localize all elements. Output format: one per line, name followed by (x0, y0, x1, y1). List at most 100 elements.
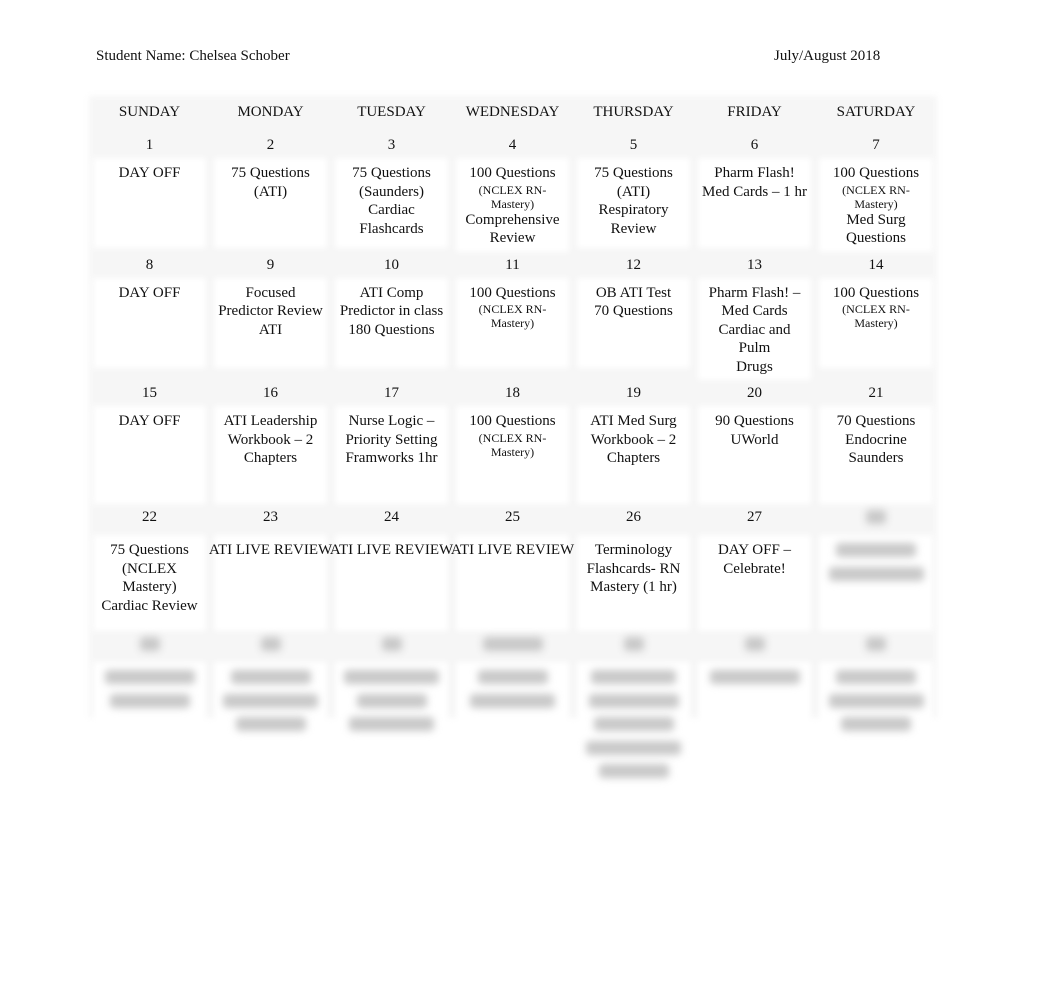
date-number: 8 (145, 256, 154, 273)
date-number-row: 15 16 17 18 19 20 21 (89, 376, 937, 410)
calendar-period: July/August 2018 (774, 48, 881, 64)
obscured-task-line (836, 670, 916, 684)
task-line: 100 Questions (832, 165, 920, 181)
calendar-day-cell: ATI LIVE REVIEW (330, 539, 453, 627)
task-source-note: (NCLEX RN-Mastery) (478, 182, 547, 211)
calendar-day-cell (694, 666, 815, 786)
day-tasks: ATI LIVE REVIEW (451, 539, 574, 627)
task-line: ATI Comp (359, 284, 424, 301)
day-tasks: 100 Questions (NCLEX RN-Mastery) (823, 281, 929, 364)
day-tasks (823, 539, 929, 627)
task-line: Flashcards (359, 220, 424, 237)
date-number: 21 (868, 385, 884, 401)
calendar-day-cell: 100 Questions (NCLEX RN-Mastery) Comprehen… (452, 162, 573, 248)
date-number (331, 627, 452, 666)
task-line: ATI LIVE REVIEW (208, 542, 333, 558)
task-line: (ATI) (616, 183, 651, 200)
day-tasks: 75 Questions (ATI) (218, 162, 323, 244)
calendar-day-cell (573, 666, 694, 786)
task-line: ATI Leadership (223, 413, 318, 429)
obscured-task-line (593, 717, 674, 731)
obscured-task-line (109, 693, 190, 708)
date-number: 22 (142, 509, 157, 525)
day-tasks: 100 Questions (NCLEX RN-Mastery) Comprehen… (460, 162, 565, 248)
calendar-day-cell: 75 Questions (Saunders) Cardiac Flashcards (331, 162, 452, 248)
obscured-date (623, 637, 644, 651)
calendar-day-cell: 100 Questions (NCLEX RN-Mastery) (815, 281, 937, 377)
day-tasks: Pharm Flash! – Med Cards Cardiac and Pulm D… (702, 281, 807, 376)
calendar-day-cell: Pharm Flash! – Med Cards Cardiac and Pulm D… (694, 281, 815, 376)
task-line: Predictor Review (218, 303, 323, 319)
task-line: Review (489, 230, 536, 246)
calendar-day-cell: DAY OFF (89, 162, 210, 248)
task-line: 100 Questions (469, 284, 556, 301)
date-number: 24 (384, 509, 399, 525)
calendar-day-cell: 100 Questions (NCLEX RN-Mastery) (452, 281, 573, 377)
day-tasks: ATI LIVE REVIEW (330, 539, 453, 627)
task-source-note: (NCLEX RN-Mastery) (842, 302, 910, 330)
task-line: Endocrine (845, 431, 907, 448)
weekday-header-monday: MONDAY (237, 104, 304, 120)
week-row: DAY OFF ATI Leadership Workbook – 2 Chapter… (89, 410, 937, 500)
obscured-task-line (349, 717, 434, 731)
task-line: Review (610, 220, 657, 237)
date-number (694, 627, 815, 666)
task-line: ATI LIVE REVIEW (329, 542, 454, 558)
day-tasks: 75 Questions (ATI) Respiratory Review (581, 162, 686, 244)
obscured-date (260, 637, 281, 651)
study-calendar: SUNDAY MONDAY TUESDAY WEDNESDAY THURSDAY FRID… (89, 96, 937, 786)
calendar-day-cell (89, 666, 210, 786)
date-number: 5 (629, 137, 638, 153)
obscured-date (139, 637, 160, 651)
calendar-day-cell (815, 666, 937, 786)
obscured-task-line (591, 670, 676, 684)
day-tasks: ATI Med Surg Workbook – 2 Chapters (581, 410, 686, 500)
obscured-task-line (235, 717, 306, 731)
task-line: Framworks 1hr (345, 450, 438, 466)
task-source-note: (NCLEX RN-Mastery) (478, 430, 547, 459)
obscured-task-line (223, 693, 318, 708)
day-tasks (702, 666, 807, 764)
date-number: 6 (750, 137, 759, 153)
task-line: 90 Questions (715, 413, 794, 429)
calendar-table: SUNDAY MONDAY TUESDAY WEDNESDAY THURSDAY FRID… (89, 96, 937, 786)
task-line: UWorld (730, 431, 779, 448)
obscured-date (482, 637, 543, 651)
date-number-row: 8 9 10 11 12 13 14 (89, 248, 937, 282)
task-line: (Saunders) (359, 183, 424, 200)
task-line: Pharm Flash! – (708, 284, 801, 301)
obscured-task-line (470, 693, 555, 708)
day-tasks: Pharm Flash! Med Cards – 1 hr (702, 162, 807, 244)
day-tasks: 75 Questions (Saunders) Cardiac Flashcards (339, 162, 444, 244)
task-line: 100 Questions (469, 165, 556, 181)
day-tasks: DAY OFF (97, 281, 202, 364)
day-tasks: OB ATI Test 70 Questions (581, 281, 686, 364)
date-number: 12 (626, 256, 641, 273)
task-line: 70 Questions (594, 303, 673, 319)
task-line: Chapters (243, 450, 298, 466)
calendar-day-cell: DAY OFF – Celebrate! (694, 539, 815, 627)
date-number: 11 (505, 256, 520, 273)
day-tasks: 100 Questions (NCLEX RN-Mastery) Med Surg Q… (823, 162, 929, 248)
task-line: Flashcards- RN (586, 560, 681, 577)
day-tasks (460, 666, 565, 764)
date-number: 3 (387, 137, 396, 153)
day-tasks: ATI LIVE REVIEW (209, 539, 332, 627)
day-tasks (339, 666, 444, 764)
obscured-task-line (836, 543, 916, 557)
calendar-day-cell: Focused Predictor Review ATI (210, 281, 331, 377)
weekday-header-saturday: SATURDAY (836, 104, 916, 120)
calendar-day-cell: Terminology Flashcards- RN Mastery (1 hr) (573, 539, 694, 627)
obscured-task-line (344, 670, 439, 684)
task-line: (ATI) (253, 183, 288, 200)
obscured-task-line (586, 740, 681, 755)
obscured-task-line (841, 717, 911, 731)
obscured-date (866, 510, 886, 524)
task-line: Med Cards (721, 303, 788, 319)
task-line: DAY OFF (118, 284, 181, 301)
task-line: Med Surg (846, 211, 906, 228)
task-line: Mastery (1 hr) (590, 579, 677, 595)
obscured-task-line (356, 693, 427, 708)
date-number: 20 (747, 385, 762, 401)
obscured-task-line (709, 670, 800, 684)
